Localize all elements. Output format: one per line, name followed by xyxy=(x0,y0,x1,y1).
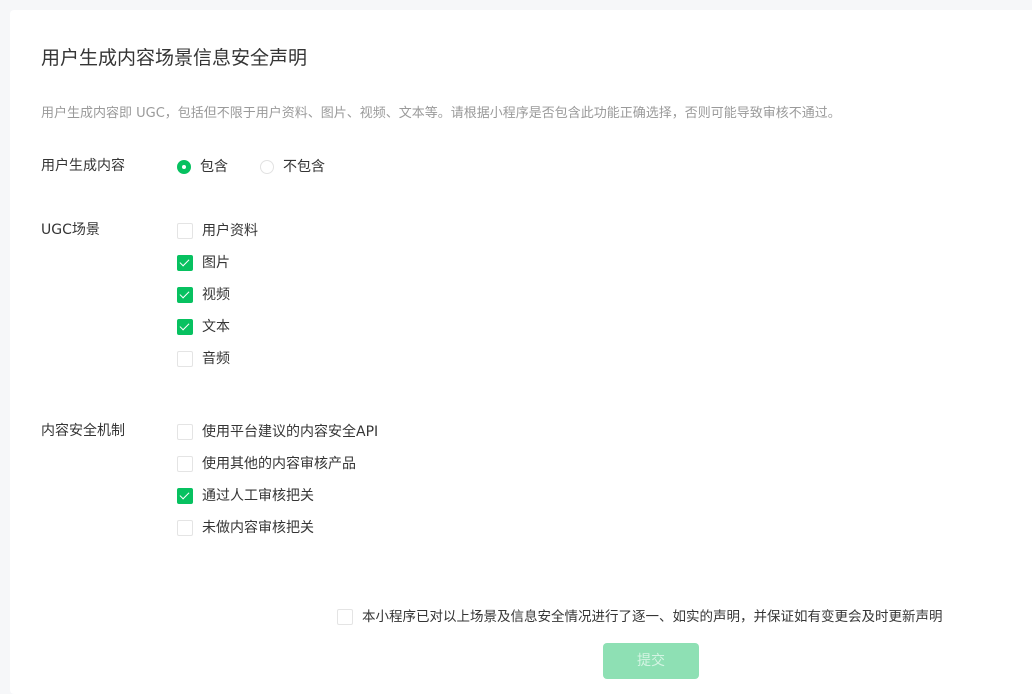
checkbox-security-platform-api-box[interactable] xyxy=(177,424,193,440)
checkbox-scene-video-box[interactable] xyxy=(177,287,193,303)
checkbox-scene-image[interactable]: 图片 xyxy=(177,253,230,273)
checkbox-scene-audio-box[interactable] xyxy=(177,351,193,367)
radio-exclude-indicator[interactable] xyxy=(260,160,274,174)
radio-exclude[interactable]: 不包含 xyxy=(260,157,325,177)
checkbox-security-no-review[interactable]: 未做内容审核把关 xyxy=(177,518,314,538)
checkbox-scene-audio[interactable]: 音频 xyxy=(177,349,230,369)
checkbox-security-other-product-label: 使用其他的内容审核产品 xyxy=(202,456,356,472)
content-security-label: 内容安全机制 xyxy=(41,423,125,439)
radio-include[interactable]: 包含 xyxy=(177,157,228,177)
checkbox-scene-text-label: 文本 xyxy=(202,319,230,335)
checkbox-security-manual-review-label: 通过人工审核把关 xyxy=(202,488,314,504)
checkbox-scene-user-profile-box[interactable] xyxy=(177,223,193,239)
page-description: 用户生成内容即 UGC，包括但不限于用户资料、图片、视频、文本等。请根据小程序是… xyxy=(41,106,841,121)
checkbox-security-platform-api[interactable]: 使用平台建议的内容安全API xyxy=(177,422,378,442)
checkbox-security-other-product-box[interactable] xyxy=(177,456,193,472)
checkbox-security-manual-review-box[interactable] xyxy=(177,488,193,504)
checkbox-declaration[interactable]: 本小程序已对以上场景及信息安全情况进行了逐一、如实的声明，并保证如有变更会及时更… xyxy=(337,607,943,627)
radio-include-label: 包含 xyxy=(200,159,228,175)
radio-include-indicator[interactable] xyxy=(177,160,191,174)
checkbox-security-platform-api-label: 使用平台建议的内容安全API xyxy=(202,424,379,440)
checkbox-scene-user-profile-label: 用户资料 xyxy=(202,223,258,239)
checkbox-scene-user-profile[interactable]: 用户资料 xyxy=(177,221,258,241)
checkbox-security-manual-review[interactable]: 通过人工审核把关 xyxy=(177,486,314,506)
checkbox-scene-text-box[interactable] xyxy=(177,319,193,335)
checkbox-scene-text[interactable]: 文本 xyxy=(177,317,230,337)
submit-button[interactable]: 提交 xyxy=(603,643,699,679)
checkbox-declaration-label: 本小程序已对以上场景及信息安全情况进行了逐一、如实的声明，并保证如有变更会及时更… xyxy=(362,609,943,625)
checkbox-scene-audio-label: 音频 xyxy=(202,351,230,367)
checkbox-scene-image-label: 图片 xyxy=(202,255,230,271)
checkbox-scene-video[interactable]: 视频 xyxy=(177,285,230,305)
ugc-content-label: 用户生成内容 xyxy=(41,158,125,174)
ugc-scene-label: UGC场景 xyxy=(41,222,100,238)
checkbox-declaration-box[interactable] xyxy=(337,609,353,625)
checkbox-security-no-review-label: 未做内容审核把关 xyxy=(202,520,314,536)
checkbox-scene-image-box[interactable] xyxy=(177,255,193,271)
checkbox-security-other-product[interactable]: 使用其他的内容审核产品 xyxy=(177,454,356,474)
declaration-card: 用户生成内容场景信息安全声明 用户生成内容即 UGC，包括但不限于用户资料、图片… xyxy=(10,10,1032,694)
page-title: 用户生成内容场景信息安全声明 xyxy=(41,47,308,69)
radio-exclude-label: 不包含 xyxy=(283,159,325,175)
checkbox-scene-video-label: 视频 xyxy=(202,287,230,303)
checkbox-security-no-review-box[interactable] xyxy=(177,520,193,536)
